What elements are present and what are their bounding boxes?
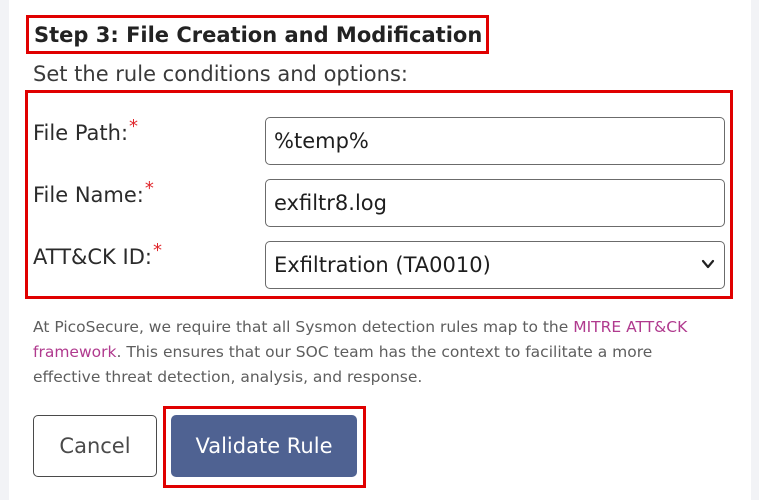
info-text-before: At PicoSecure, we require that all Sysmo… xyxy=(33,318,574,336)
file-path-input[interactable]: %temp% xyxy=(265,117,725,165)
attck-id-selected-value: Exfiltration (TA0010) xyxy=(274,253,491,277)
info-text-after: . This ensures that our SOC team has the… xyxy=(33,343,653,386)
attck-id-label: ATT&CK ID:* xyxy=(33,240,162,273)
required-marker: * xyxy=(152,240,162,261)
file-path-label-text: File Path: xyxy=(33,121,129,145)
file-path-label: File Path:* xyxy=(33,116,139,149)
step-subtitle: Set the rule conditions and options: xyxy=(33,62,408,86)
attck-id-select[interactable]: Exfiltration (TA0010) xyxy=(265,241,725,289)
file-name-label: File Name:* xyxy=(33,178,154,211)
required-marker: * xyxy=(129,116,139,137)
cancel-button[interactable]: Cancel xyxy=(33,415,157,477)
validate-rule-button[interactable]: Validate Rule xyxy=(171,415,357,477)
attck-id-label-text: ATT&CK ID: xyxy=(33,245,152,269)
file-name-label-text: File Name: xyxy=(33,183,144,207)
step-title: Step 3: File Creation and Modification xyxy=(26,15,490,54)
info-paragraph: At PicoSecure, we require that all Sysmo… xyxy=(33,315,723,390)
file-name-input[interactable]: exfiltr8.log xyxy=(265,179,725,227)
chevron-down-icon xyxy=(701,259,715,269)
required-marker: * xyxy=(144,178,154,199)
